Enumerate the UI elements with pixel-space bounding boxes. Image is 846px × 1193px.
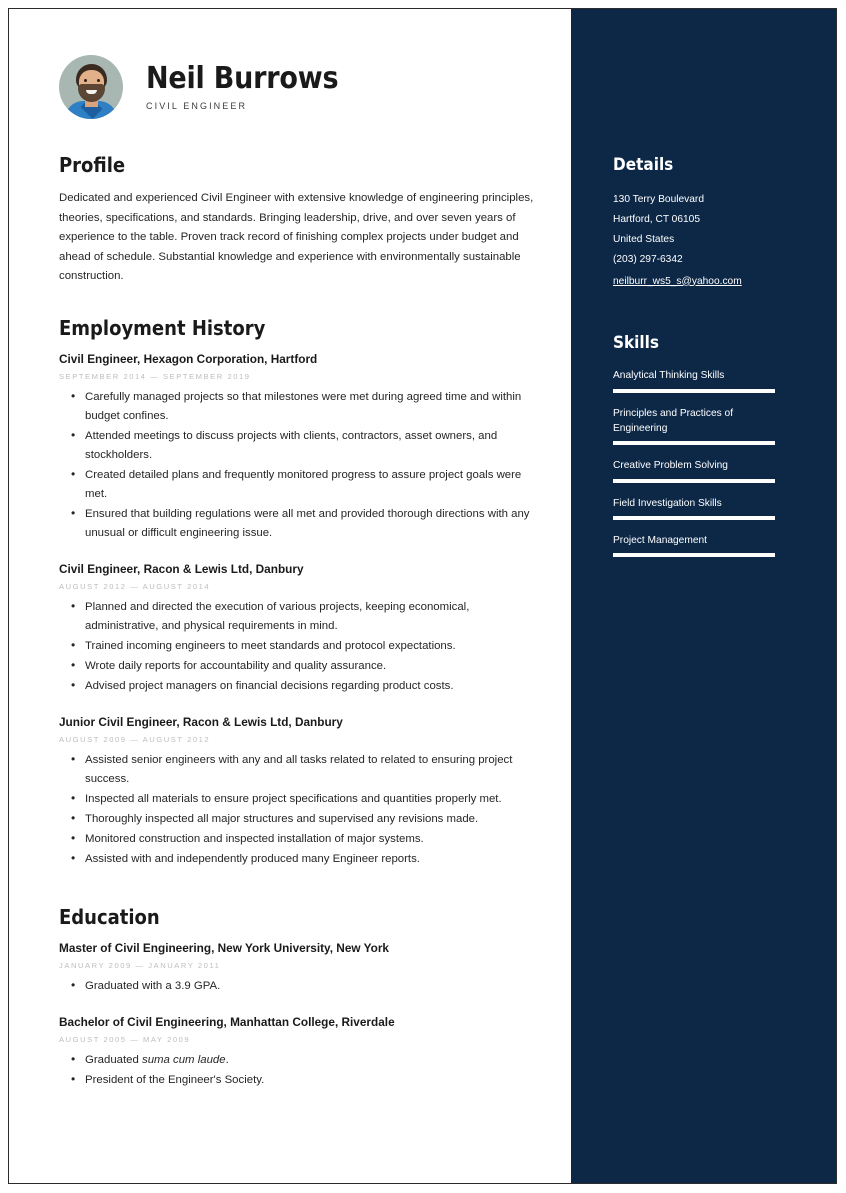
skill-level-bar <box>613 515 775 520</box>
skill-item: Principles and Practices of Engineering <box>613 406 788 446</box>
bullet-item: Planned and directed the execution of va… <box>71 597 539 636</box>
education-list: Master of Civil Engineering, New York Un… <box>59 941 539 1090</box>
page-title: Neil Burrows <box>146 60 339 96</box>
section-heading-profile: Profile <box>59 153 126 177</box>
education-bullet-list: Graduated with a 3.9 GPA. <box>59 976 539 996</box>
skill-level-bar <box>613 553 775 558</box>
section-heading-skills: Skills <box>613 333 660 354</box>
employment-entry-title: Civil Engineer, Hexagon Corporation, Har… <box>59 352 318 367</box>
employment-entry: Civil Engineer, Racon & Lewis Ltd, Danbu… <box>59 562 539 696</box>
detail-address-line1: 130 Terry Boulevard <box>613 194 704 205</box>
employment-entry: Junior Civil Engineer, Racon & Lewis Ltd… <box>59 715 539 869</box>
details-block: 130 Terry Boulevard Hartford, CT 06105 U… <box>613 190 788 291</box>
employment-bullet-list: Planned and directed the execution of va… <box>59 597 539 696</box>
section-heading-details: Details <box>613 155 674 175</box>
employment-entry: Civil Engineer, Hexagon Corporation, Har… <box>59 352 539 543</box>
name-block: Neil Burrows CIVIL ENGINEER <box>146 60 339 112</box>
skills-list: Analytical Thinking Skills Principles and… <box>613 368 788 558</box>
main-column: Neil Burrows CIVIL ENGINEER Profile Dedi… <box>9 9 571 1183</box>
section-heading-education: Education <box>59 904 160 929</box>
bullet-item: Created detailed plans and frequently mo… <box>71 465 539 504</box>
bullet-item: Wrote daily reports for accountability a… <box>71 656 539 676</box>
sidebar: Details 130 Terry Boulevard Hartford, CT… <box>571 9 836 1183</box>
employment-entry-date: SEPTEMBER 2014 — SEPTEMBER 2019 <box>59 372 251 382</box>
detail-email-link[interactable]: neilburr_ws5_s@yahoo.com <box>613 272 742 292</box>
bullet-item: Graduated suma cum laude. <box>71 1050 539 1070</box>
bullet-item: Assisted with and independently produced… <box>71 849 539 869</box>
education-entry-date: AUGUST 2005 — MAY 2009 <box>59 1035 191 1045</box>
skill-label: Field Investigation Skills <box>613 497 722 509</box>
bullet-item: Attended meetings to discuss projects wi… <box>71 426 539 465</box>
skill-level-bar <box>613 441 775 446</box>
emphasis-text: suma cum laude <box>142 1054 226 1067</box>
skill-label: Creative Problem Solving <box>613 460 728 472</box>
employment-entry-date: AUGUST 2009 — AUGUST 2012 <box>59 735 211 745</box>
education-entry: Master of Civil Engineering, New York Un… <box>59 941 539 996</box>
skill-label: Analytical Thinking Skills <box>613 370 725 382</box>
bullet-item: Trained incoming engineers to meet stand… <box>71 636 539 656</box>
skill-level-bar <box>613 388 775 393</box>
employment-bullet-list: Carefully managed projects so that miles… <box>59 387 539 543</box>
bullet-item: Advised project managers on financial de… <box>71 676 539 696</box>
education-entry-title: Master of Civil Engineering, New York Un… <box>59 940 389 955</box>
resume-header: Neil Burrows CIVIL ENGINEER <box>59 55 539 119</box>
detail-address-line2: Hartford, CT 06105 <box>613 213 701 225</box>
employment-entry-date: AUGUST 2012 — AUGUST 2014 <box>59 582 211 592</box>
profile-text: Dedicated and experienced Civil Engineer… <box>59 192 534 283</box>
resume-page: Neil Burrows CIVIL ENGINEER Profile Dedi… <box>8 8 837 1184</box>
section-heading-employment: Employment History <box>59 316 266 341</box>
bullet-item: Carefully managed projects so that miles… <box>71 387 539 426</box>
skill-item: Creative Problem Solving <box>613 458 788 483</box>
detail-phone: (203) 297-6342 <box>613 253 683 265</box>
bullet-item: President of the Engineer's Society. <box>71 1070 539 1090</box>
bullet-item: Thoroughly inspected all major structure… <box>71 809 539 829</box>
bullet-item: Ensured that building regulations were a… <box>71 504 539 543</box>
employment-list: Civil Engineer, Hexagon Corporation, Har… <box>59 352 539 869</box>
job-title: CIVIL ENGINEER <box>146 101 248 112</box>
skill-level-bar <box>613 478 775 483</box>
employment-bullet-list: Assisted senior engineers with any and a… <box>59 750 539 869</box>
skill-label: Project Management <box>613 534 708 546</box>
skill-item: Project Management <box>613 533 788 558</box>
education-entry: Bachelor of Civil Engineering, Manhattan… <box>59 1015 539 1090</box>
skill-item: Field Investigation Skills <box>613 496 788 520</box>
education-entry-title: Bachelor of Civil Engineering, Manhattan… <box>59 1014 395 1029</box>
employment-entry-title: Junior Civil Engineer, Racon & Lewis Ltd… <box>59 714 343 729</box>
bullet-item: Graduated with a 3.9 GPA. <box>71 976 539 996</box>
avatar <box>59 55 123 119</box>
detail-country: United States <box>613 233 675 245</box>
bullet-item: Monitored construction and inspected ins… <box>71 829 539 849</box>
education-entry-date: JANUARY 2009 — JANUARY 2011 <box>59 960 221 970</box>
skill-item: Analytical Thinking Skills <box>613 368 788 393</box>
skill-label: Principles and Practices of Engineering <box>613 407 734 435</box>
employment-entry-title: Civil Engineer, Racon & Lewis Ltd, Danbu… <box>59 561 304 576</box>
education-bullet-list: Graduated suma cum laude.President of th… <box>59 1050 539 1090</box>
bullet-item: Assisted senior engineers with any and a… <box>71 750 539 789</box>
bullet-item: Inspected all materials to ensure projec… <box>71 789 539 809</box>
